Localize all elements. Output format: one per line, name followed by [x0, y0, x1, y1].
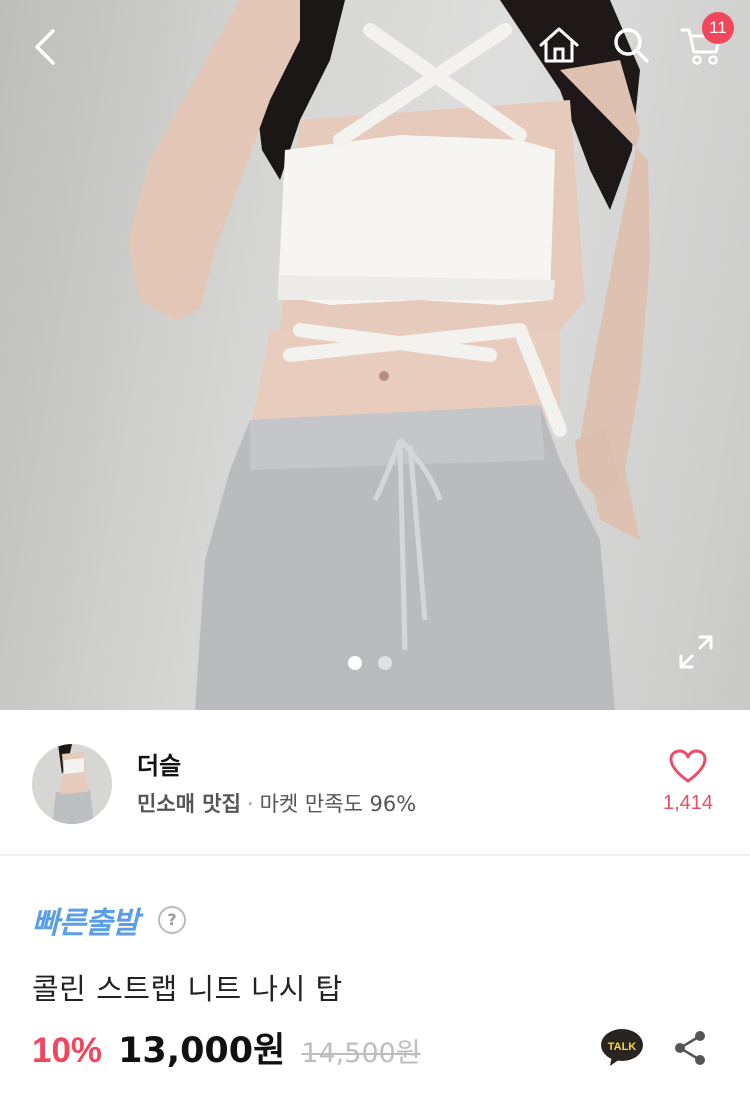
- cart-button[interactable]: 11: [672, 12, 734, 72]
- chevron-left-icon: [35, 29, 55, 65]
- like-button[interactable]: 1,414: [650, 748, 726, 828]
- seller-avatar[interactable]: [32, 744, 112, 824]
- back-button[interactable]: [20, 20, 74, 74]
- gallery-dot-2[interactable]: [378, 656, 392, 670]
- talk-label: TALK: [608, 1041, 637, 1053]
- search-button[interactable]: [604, 18, 658, 72]
- share-button[interactable]: [668, 1026, 712, 1070]
- discount-rate: 10%: [32, 1031, 103, 1070]
- product-photo: [128, 0, 650, 710]
- fullscreen-button[interactable]: [672, 628, 720, 676]
- sale-price: 13,000원: [118, 1031, 286, 1071]
- cart-count-badge: 11: [702, 12, 734, 44]
- gallery-dot-1[interactable]: [348, 656, 362, 670]
- share-icon: [675, 1031, 705, 1065]
- product-title: 콜린 스트랩 니트 나시 탑: [32, 972, 343, 1006]
- product-detail-page: 11 더슬 민소매 맛집 · 마켓 만족도 96% 1,414 빠른출발 ? 콜…: [0, 0, 750, 1120]
- search-icon: [614, 28, 649, 63]
- price-row: 10% 13,000원 14,500원: [32, 1022, 421, 1073]
- kakaotalk-icon: TALK: [601, 1029, 643, 1066]
- avatar-image: [32, 744, 112, 824]
- seller-name[interactable]: 더슬: [137, 746, 181, 781]
- gallery-pagination: [348, 656, 392, 670]
- seller-section[interactable]: 더슬 민소매 맛집 · 마켓 만족도 96% 1,414: [0, 710, 750, 856]
- kakaotalk-button[interactable]: TALK: [600, 1028, 644, 1068]
- home-icon: [539, 27, 579, 63]
- expand-icon: [679, 635, 713, 669]
- original-price: 14,500원: [301, 1038, 421, 1069]
- fast-shipping-badge: 빠른출발: [32, 906, 139, 941]
- product-image-gallery[interactable]: 11: [0, 0, 750, 710]
- help-icon[interactable]: ?: [158, 906, 186, 934]
- seller-tag: 민소매 맛집: [137, 792, 241, 816]
- like-count: 1,414: [662, 792, 714, 814]
- seller-info: 민소매 맛집 · 마켓 만족도 96%: [137, 788, 416, 818]
- separator: ·: [246, 792, 254, 816]
- seller-satisfaction: 마켓 만족도 96%: [259, 792, 417, 816]
- home-button[interactable]: [532, 18, 586, 72]
- heart-icon: [669, 749, 707, 783]
